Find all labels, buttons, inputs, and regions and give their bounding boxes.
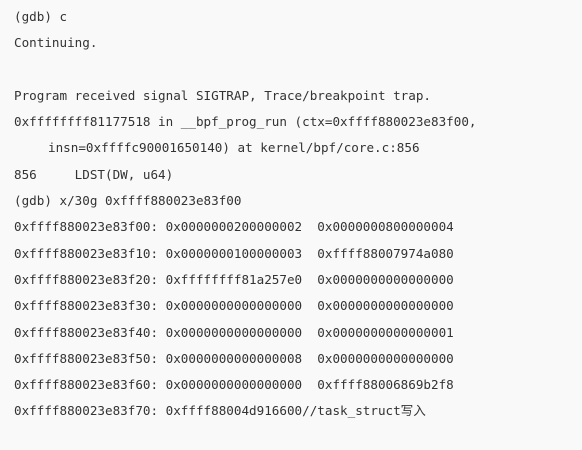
gdb-command-continue: (gdb) c: [14, 9, 68, 24]
gdb-command-examine: (gdb) x/30g 0xffff880023e83f00: [14, 193, 242, 209]
memory-row: 0xffff880023e83f40: 0x0000000000000000 0…: [14, 324, 454, 340]
memory-row: 0xffff880023e83f00: 0x0000000200000002 0…: [14, 219, 454, 235]
source-line: 856 LDST(DW, u64): [14, 166, 174, 182]
memory-row: 0xffff880023e83f10: 0x0000000100000003 0…: [14, 245, 454, 261]
memory-row: 0xffff880023e83f60: 0x0000000000000000 0…: [14, 377, 454, 393]
gdb-output-continuing: Continuing.: [14, 35, 98, 51]
signal-message: Program received signal SIGTRAP, Trace/b…: [14, 87, 432, 103]
breakpoint-location: 0xffffffff81177518 in __bpf_prog_run (ct…: [14, 114, 477, 130]
gdb-terminal-output: (gdb) c Continuing. Program received sig…: [0, 0, 582, 450]
memory-row-annotated: 0xffff880023e83f70: 0xffff88004d916600//…: [14, 403, 426, 419]
memory-row: 0xffff880023e83f20: 0xffffffff81a257e0 0…: [14, 271, 454, 287]
breakpoint-location-continued: insn=0xffffc90001650140) at kernel/bpf/c…: [48, 140, 420, 156]
memory-row: 0xffff880023e83f50: 0x0000000000000008 0…: [14, 350, 454, 366]
memory-row: 0xffff880023e83f30: 0x0000000000000000 0…: [14, 298, 454, 314]
